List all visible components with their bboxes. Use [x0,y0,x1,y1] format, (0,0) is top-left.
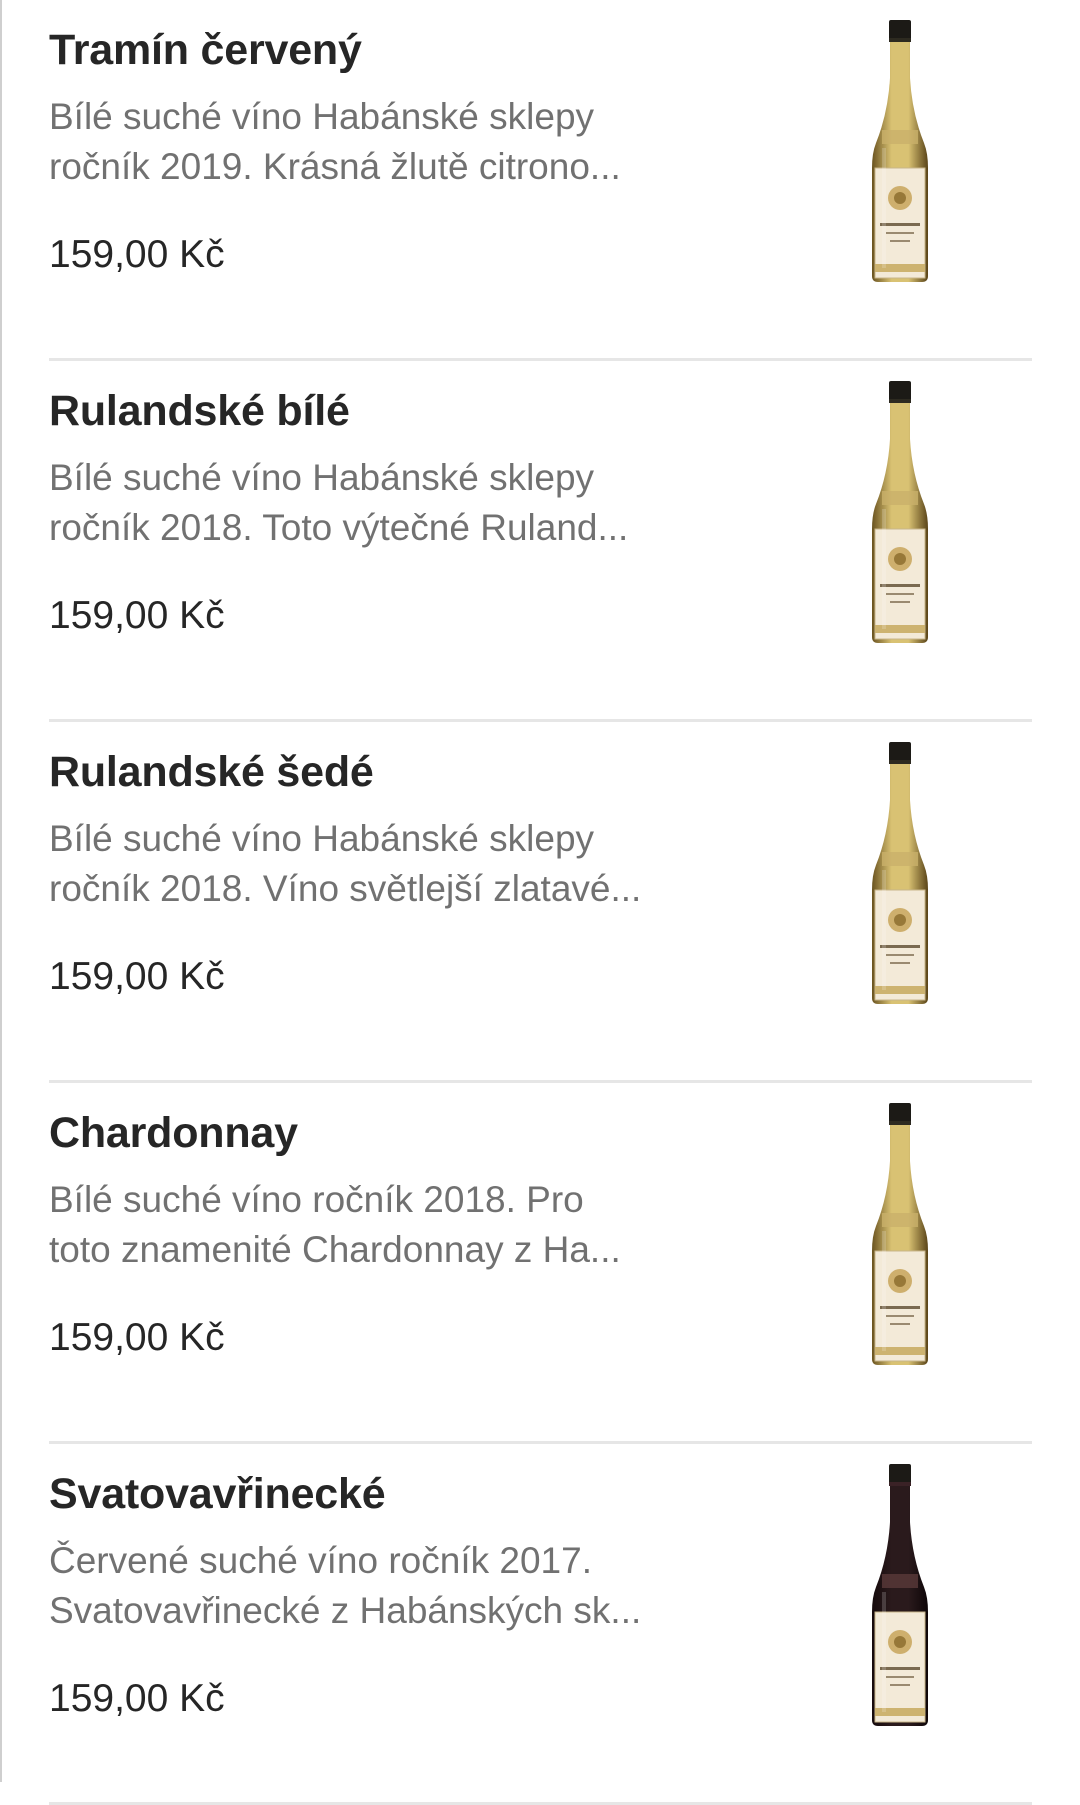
bottle-neck-label [882,852,918,866]
product-description: Bílé suché víno Habánské sklepy ročník 2… [49,814,739,914]
bottle-capsule-band [889,399,911,403]
product-price: 159,00 Kč [49,233,225,276]
product-description-line: Bílé suché víno Habánské sklepy [49,818,595,859]
product-list[interactable]: Tramín červený Bílé suché víno Habánské … [0,0,1080,1805]
bottle-capsule [889,20,911,40]
product-item-rulandske-sede[interactable]: Rulandské šedé Bílé suché víno Habánské … [0,722,1080,1083]
bottle-highlight [882,509,886,629]
bottle-capsule [889,742,911,762]
product-item-chardonnay[interactable]: Chardonnay Bílé suché víno ročník 2018. … [0,1083,1080,1444]
product-price: 159,00 Kč [49,594,225,637]
bottle-capsule [889,381,911,401]
product-item-tramin-cerveny[interactable]: Tramín červený Bílé suché víno Habánské … [0,0,1080,361]
bottle-neck-label [882,1574,918,1588]
wine-bottle-icon[interactable] [860,379,940,647]
product-title: Rulandské šedé [49,748,374,796]
bottle-highlight [882,1231,886,1351]
product-description-line: Bílé suché víno Habánské sklepy [49,457,595,498]
product-description-line: Bílé suché víno Habánské sklepy [49,96,595,137]
product-description: Červené suché víno ročník 2017. Svatovav… [49,1536,739,1636]
bottle-emblem-center [894,192,906,204]
product-title: Tramín červený [49,26,362,74]
product-item-svatovavrinecke[interactable]: Svatovavřinecké Červené suché víno roční… [0,1444,1080,1805]
bottle-emblem-center [894,553,906,565]
product-description: Bílé suché víno Habánské sklepy ročník 2… [49,92,739,192]
bottle-highlight [882,870,886,990]
bottle-highlight [882,148,886,268]
product-description: Bílé suché víno ročník 2018. Pro toto zn… [49,1175,739,1275]
wine-bottle-icon[interactable] [860,1101,940,1369]
bottle-label-line [890,1323,910,1325]
wine-bottle-icon[interactable] [860,1462,940,1730]
product-title: Chardonnay [49,1109,298,1157]
bottle-neck-label [882,491,918,505]
bottle-emblem-center [894,1636,906,1648]
product-price: 159,00 Kč [49,1316,225,1359]
product-title: Svatovavřinecké [49,1470,386,1518]
bottle-capsule [889,1464,911,1484]
bottle-label-line [890,962,910,964]
wine-bottle-icon[interactable] [860,18,940,286]
product-price: 159,00 Kč [49,1677,225,1720]
bottle-neck-label [882,1213,918,1227]
bottle-label-line [886,593,914,595]
bottle-label-line [886,232,914,234]
bottle-capsule-band [889,38,911,42]
bottle-label-line [890,1684,910,1686]
bottle-capsule-band [889,760,911,764]
product-description-line: Svatovavřinecké z Habánských sk... [49,1590,642,1631]
bottle-label-line [890,601,910,603]
bottle-label-line [886,1315,914,1317]
product-description-line: ročník 2018. Víno světlejší zlatavé... [49,868,642,909]
product-description-line: Bílé suché víno ročník 2018. Pro [49,1179,584,1220]
product-description-line: ročník 2019. Krásná žlutě citrono... [49,146,621,187]
bottle-emblem-center [894,1275,906,1287]
wine-bottle-icon[interactable] [860,740,940,1008]
bottle-highlight [882,1592,886,1712]
bottle-capsule-band [889,1482,911,1486]
bottle-capsule-band [889,1121,911,1125]
bottle-label-line [886,1676,914,1678]
bottle-label-line [890,240,910,242]
product-description-line: toto znamenité Chardonnay z Ha... [49,1229,621,1270]
product-description-line: Červené suché víno ročník 2017. [49,1540,592,1581]
product-item-rulandske-bile[interactable]: Rulandské bílé Bílé suché víno Habánské … [0,361,1080,722]
product-price: 159,00 Kč [49,955,225,998]
bottle-neck-label [882,130,918,144]
product-description-line: ročník 2018. Toto výtečné Ruland... [49,507,629,548]
product-title: Rulandské bílé [49,387,350,435]
bottle-label-line [886,954,914,956]
bottle-capsule [889,1103,911,1123]
bottle-emblem-center [894,914,906,926]
product-description: Bílé suché víno Habánské sklepy ročník 2… [49,453,739,553]
